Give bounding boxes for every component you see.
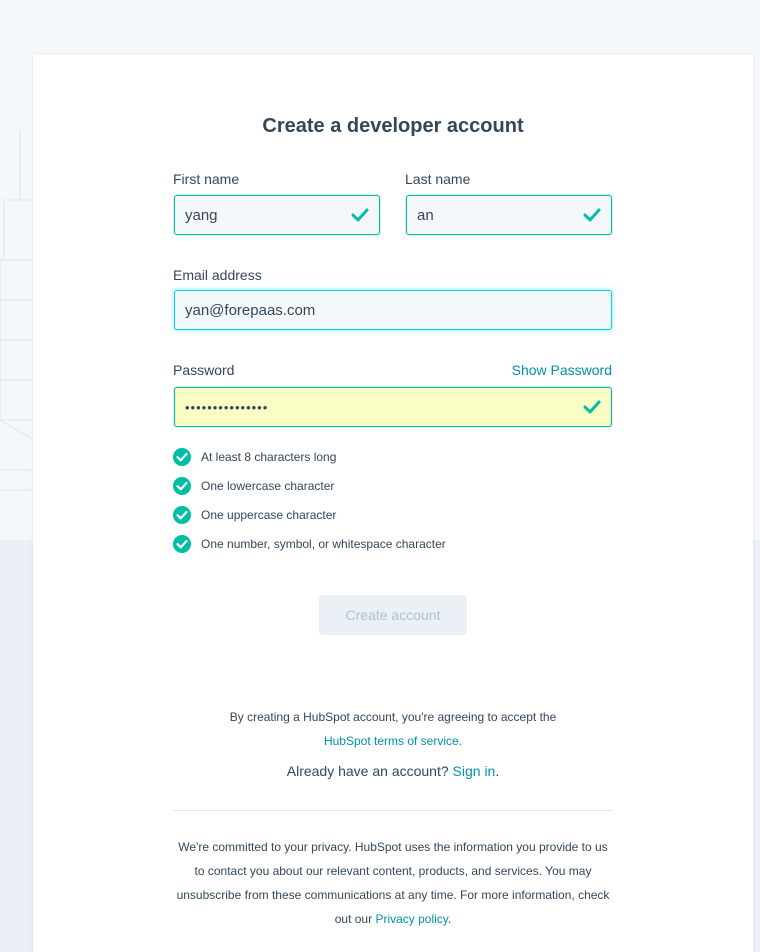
password-rule-text: One lowercase character [201, 479, 335, 493]
password-rule-item: At least 8 characters long [173, 447, 446, 476]
email-input[interactable] [175, 291, 611, 329]
signup-card: Create a developer account First name La… [33, 55, 753, 952]
check-icon [583, 400, 601, 414]
page-title: Create a developer account [262, 115, 524, 137]
password-rules-list: At least 8 characters long One lowercase… [173, 447, 446, 563]
terms-of-service-link[interactable]: HubSpot terms of service. [324, 734, 462, 748]
check-icon [351, 208, 369, 222]
password-rule-text: One uppercase character [201, 508, 337, 522]
privacy-notice: We're committed to your privacy. HubSpot… [173, 835, 613, 931]
create-account-button[interactable]: Create account [319, 595, 467, 635]
check-circle-icon [173, 506, 191, 524]
password-rule-text: At least 8 characters long [201, 450, 337, 464]
check-circle-icon [173, 448, 191, 466]
show-password-link[interactable]: Show Password [512, 362, 612, 378]
email-field[interactable] [174, 290, 612, 330]
privacy-suffix: . [447, 912, 452, 926]
sign-in-link[interactable]: Sign in [453, 763, 496, 779]
check-circle-icon [173, 477, 191, 495]
check-icon [583, 208, 601, 222]
last-name-label: Last name [405, 171, 471, 187]
check-circle-icon [173, 535, 191, 553]
password-field[interactable] [174, 387, 612, 427]
divider [173, 810, 613, 811]
password-label: Password [173, 362, 235, 378]
first-name-field[interactable] [174, 195, 380, 235]
signin-prompt: Already have an account? Sign in. [33, 763, 753, 779]
password-rule-item: One number, symbol, or whitespace charac… [173, 534, 446, 563]
password-rule-text: One number, symbol, or whitespace charac… [201, 537, 446, 551]
terms-text: By creating a HubSpot account, you're ag… [229, 710, 557, 724]
password-input[interactable] [175, 388, 611, 426]
privacy-policy-link[interactable]: Privacy policy [375, 912, 447, 926]
signin-suffix: . [495, 763, 500, 779]
password-rule-item: One uppercase character [173, 505, 446, 534]
last-name-input[interactable] [407, 196, 611, 234]
last-name-field[interactable] [406, 195, 612, 235]
first-name-label: First name [173, 171, 240, 187]
email-label: Email address [173, 267, 262, 283]
password-rule-item: One lowercase character [173, 476, 446, 505]
signin-text: Already have an account? [286, 763, 449, 779]
terms-notice: By creating a HubSpot account, you're ag… [33, 705, 753, 753]
first-name-input[interactable] [175, 196, 379, 234]
